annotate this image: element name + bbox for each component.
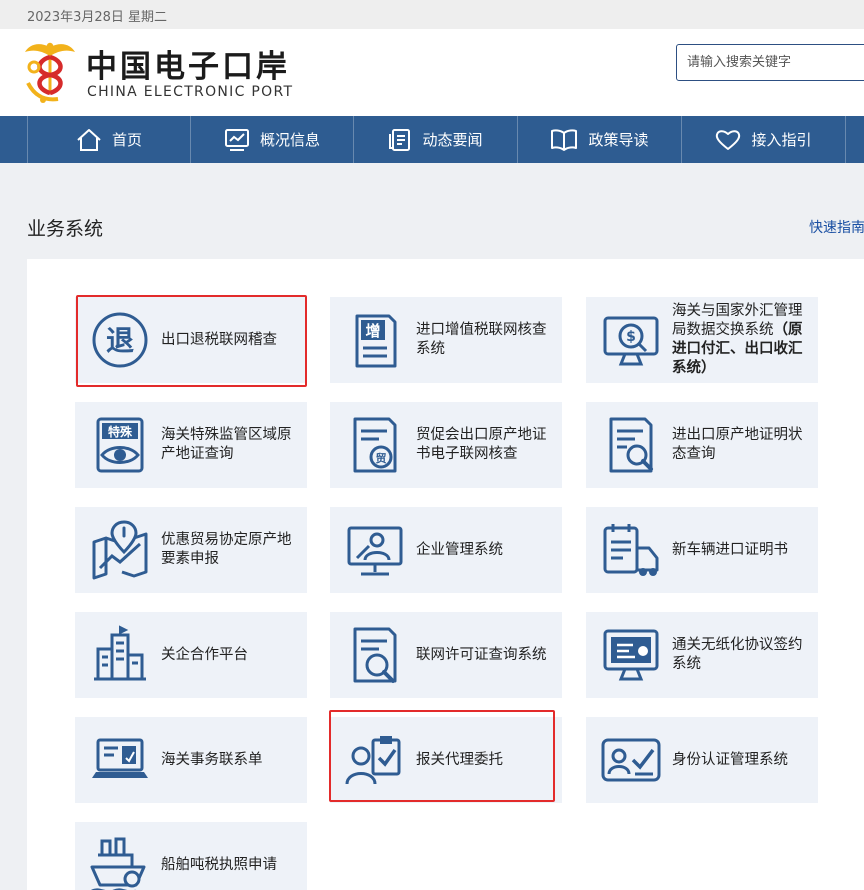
system-label: 船舶吨税执照申请: [161, 856, 277, 873]
system-tile-identity-auth[interactable]: 身份认证管理系统: [586, 717, 818, 803]
system-label: 企业管理系统: [416, 541, 503, 558]
certificate-icon-text: 贸: [376, 451, 387, 465]
system-tile-license-query[interactable]: 联网许可证查询系统: [330, 612, 562, 698]
nav-item-policy[interactable]: 政策导读: [517, 116, 681, 163]
agent-clipboard-icon: [345, 736, 401, 785]
system-label: 贸促会出口原产地证书电子联网核查: [416, 427, 547, 462]
nav-label-news: 动态要闻: [422, 131, 483, 149]
nav-item-news[interactable]: 动态要闻: [353, 116, 517, 163]
date-bar: 2023年3月28日 星期二: [0, 0, 864, 29]
system-label: 优惠贸易协定原产地要素申报: [161, 532, 292, 567]
vat-document-icon: 增: [355, 314, 397, 368]
brand-chinese-name: 中国电子口岸: [86, 49, 290, 85]
system-label: 海关事务联系单: [161, 751, 263, 768]
system-tile-enterprise-management[interactable]: 企业管理系统: [330, 507, 562, 593]
paperless-screen-icon: [603, 629, 659, 681]
system-label: 海关与国家外汇管理局数据交换系统（原进口付汇、出口收汇系统）: [672, 302, 812, 378]
heart-icon: [716, 129, 741, 150]
forex-monitor-icon: $: [603, 316, 659, 366]
system-label: 海关特殊监管区域原产地证查询: [161, 427, 292, 462]
system-label: 身份认证管理系统: [672, 751, 788, 768]
tax-refund-icon: 退: [92, 312, 148, 368]
nav-item-overview[interactable]: 概况信息: [190, 116, 353, 163]
system-tile-export-tax-refund[interactable]: 退 出口退税联网稽查: [75, 297, 307, 383]
special-zone-eye-icon: 特殊: [96, 417, 144, 473]
book-icon: [551, 128, 578, 151]
system-tile-special-zone-origin[interactable]: 特殊 海关特殊监管区域原产地证查询: [75, 402, 307, 488]
brand-english-name: CHINA ELECTRONIC PORT: [87, 84, 294, 100]
special-zone-icon-text: 特殊: [108, 424, 133, 439]
system-label: 报关代理委托: [416, 751, 503, 768]
home-icon: [77, 128, 101, 151]
system-tile-customs-affairs-contact[interactable]: 海关事务联系单: [75, 717, 307, 803]
license-search-icon: [353, 627, 397, 683]
system-tile-forex-data-exchange[interactable]: $ 海关与国家外汇管理局数据交换系统（原进口付汇、出口收汇系统）: [586, 297, 818, 383]
news-icon: [389, 128, 411, 151]
system-label: 通关无纸化协议签约系统: [672, 637, 803, 672]
laptop-contact-icon: [92, 738, 148, 778]
svg-text:$: $: [626, 329, 636, 345]
nav-label-overview: 概况信息: [259, 131, 320, 149]
system-label: 进出口原产地证明状态查询: [672, 427, 803, 462]
quick-guide-link[interactable]: 快速指南: [809, 217, 864, 237]
document-search-icon: [609, 417, 653, 473]
nav-divider: [845, 116, 846, 163]
system-tile-ship-tonnage-license[interactable]: 船舶吨税执照申请: [75, 822, 307, 890]
system-label: 出口退税联网稽查: [161, 331, 277, 348]
ship-icon: [90, 837, 146, 890]
nav-label-home: 首页: [111, 131, 142, 149]
map-pin-icon: [92, 520, 148, 580]
site-header: 中国电子口岸 CHINA ELECTRONIC PORT: [0, 29, 864, 116]
system-tile-new-vehicle-import[interactable]: 新车辆进口证明书: [586, 507, 818, 593]
current-date: 2023年3月28日 星期二: [27, 10, 168, 25]
system-tile-origin-status-query[interactable]: 进出口原产地证明状态查询: [586, 402, 818, 488]
id-card-check-icon: [601, 738, 661, 782]
nav-item-access-guide[interactable]: 接入指引: [681, 116, 845, 163]
nav-label-access-guide: 接入指引: [751, 131, 812, 149]
nav-item-home[interactable]: 首页: [27, 116, 190, 163]
system-tile-customs-enterprise-cooperation[interactable]: 关企合作平台: [75, 612, 307, 698]
search-input[interactable]: [676, 44, 864, 81]
chart-icon: [224, 128, 249, 151]
system-label: 新车辆进口证明书: [672, 541, 788, 558]
system-tile-preferential-trade-origin[interactable]: 优惠贸易协定原产地要素申报: [75, 507, 307, 593]
svg-text:增: 增: [365, 322, 380, 340]
vehicle-document-icon: [603, 524, 659, 576]
system-tile-import-vat[interactable]: 增 进口增值税联网核查系统: [330, 297, 562, 383]
certificate-stamp-icon: 贸: [353, 417, 397, 473]
enterprise-screen-icon: [347, 526, 403, 576]
system-label: 关企合作平台: [161, 646, 248, 663]
main-navigation: 首页 概况信息 动态要闻 政策导读 接入指引: [0, 116, 864, 163]
city-buildings-icon: [94, 625, 146, 681]
system-label: 进口增值税联网核查系统: [416, 322, 547, 357]
system-tile-paperless-agreement[interactable]: 通关无纸化协议签约系统: [586, 612, 818, 698]
customs-emblem-logo[interactable]: [24, 39, 76, 105]
system-tile-ccpit-origin-certificate[interactable]: 贸 贸促会出口原产地证书电子联网核查: [330, 402, 562, 488]
section-title: 业务系统: [27, 218, 104, 240]
svg-text:退: 退: [106, 324, 134, 357]
system-label: 联网许可证查询系统: [416, 646, 547, 663]
nav-label-policy: 政策导读: [588, 131, 649, 149]
system-tile-customs-broker-entrustment[interactable]: 报关代理委托: [330, 717, 562, 803]
